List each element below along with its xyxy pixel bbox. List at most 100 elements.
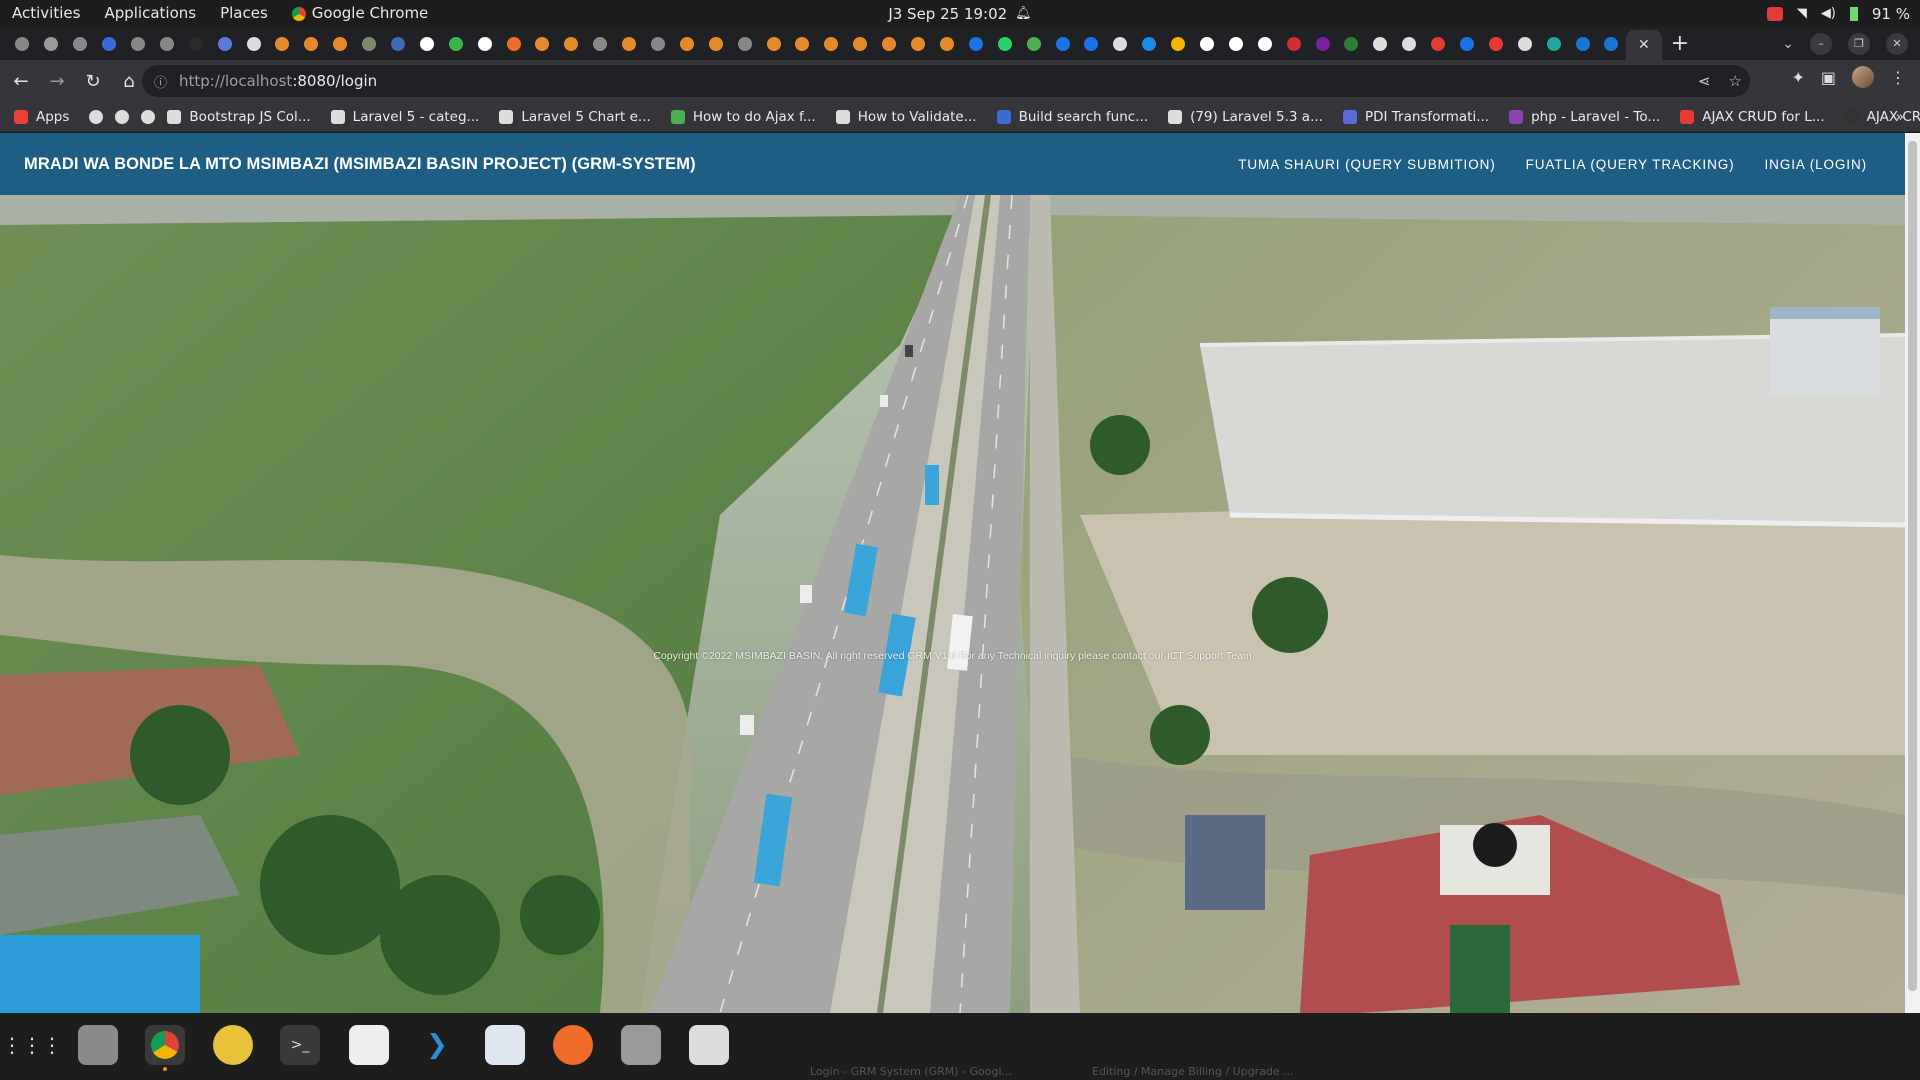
pinned-tab[interactable] bbox=[412, 27, 441, 60]
pinned-tab[interactable] bbox=[672, 27, 701, 60]
pinned-tab[interactable] bbox=[239, 27, 268, 60]
new-tab-button[interactable]: + bbox=[1662, 27, 1698, 60]
pinned-tab[interactable] bbox=[701, 27, 730, 60]
close-window-button[interactable]: ✕ bbox=[1886, 32, 1908, 55]
gimp-icon[interactable] bbox=[349, 1025, 389, 1065]
bookmark-item[interactable]: AJAX CRUD for L... bbox=[1680, 109, 1825, 125]
app-brand[interactable]: MRADI WA BONDE LA MTO MSIMBAZI (MSIMBAZI… bbox=[24, 155, 696, 174]
terminal-icon[interactable]: >_ bbox=[280, 1025, 320, 1065]
pinned-tab[interactable] bbox=[644, 27, 673, 60]
vscode-icon[interactable]: ❯ bbox=[417, 1025, 457, 1065]
pinned-tab[interactable] bbox=[499, 27, 528, 60]
bookmarks-overflow-button[interactable]: » bbox=[1896, 109, 1904, 125]
applications-menu[interactable]: Applications bbox=[92, 0, 208, 27]
bookmark-item[interactable]: (79) Laravel 5.3 a... bbox=[1168, 109, 1323, 125]
pinned-tab[interactable] bbox=[1308, 27, 1337, 60]
pinned-tab[interactable] bbox=[66, 27, 95, 60]
pinned-tab[interactable] bbox=[730, 27, 759, 60]
bookmark-item[interactable]: Bootstrap JS Col... bbox=[167, 109, 311, 125]
menu-kebab-icon[interactable]: ⋮ bbox=[1890, 68, 1906, 87]
pinned-tab[interactable] bbox=[441, 27, 470, 60]
bookmark-star-icon[interactable]: ☆ bbox=[1729, 72, 1742, 90]
pinned-tab[interactable] bbox=[1539, 27, 1568, 60]
pinned-tab[interactable] bbox=[1568, 27, 1597, 60]
pinned-tab[interactable] bbox=[326, 27, 355, 60]
pinned-tab[interactable] bbox=[1510, 27, 1539, 60]
pinned-tab[interactable] bbox=[817, 27, 846, 60]
pinned-tab[interactable] bbox=[557, 27, 586, 60]
pinned-tab[interactable] bbox=[759, 27, 788, 60]
pinned-tab[interactable] bbox=[1597, 27, 1626, 60]
pinned-tab[interactable] bbox=[1164, 27, 1193, 60]
pinned-tab[interactable] bbox=[875, 27, 904, 60]
app-grid-icon[interactable]: ⋮⋮⋮ bbox=[2, 1025, 62, 1065]
window-label-billing[interactable]: Editing / Manage Billing / Upgrade ... bbox=[1092, 1065, 1294, 1080]
forward-button[interactable]: → bbox=[42, 66, 72, 96]
pinned-tab[interactable] bbox=[1077, 27, 1106, 60]
pinned-tab[interactable] bbox=[1048, 27, 1077, 60]
site-info-icon[interactable]: ⓘ bbox=[154, 72, 167, 91]
postman-icon[interactable] bbox=[553, 1025, 593, 1065]
pinned-tab[interactable] bbox=[1424, 27, 1453, 60]
pinned-tab[interactable] bbox=[1481, 27, 1510, 60]
pinned-tab[interactable] bbox=[1395, 27, 1424, 60]
pinned-tab[interactable] bbox=[1279, 27, 1308, 60]
text-editor-icon[interactable] bbox=[485, 1025, 525, 1065]
bookmark-item[interactable]: How to Validate... bbox=[835, 109, 977, 125]
bookmark-item[interactable]: php - Laravel - To... bbox=[1509, 109, 1660, 125]
pinned-tab[interactable] bbox=[181, 27, 210, 60]
activities-button[interactable]: Activities bbox=[0, 0, 92, 27]
window-label-login[interactable]: Login - GRM System (GRM) - Googl... bbox=[810, 1065, 1012, 1080]
nav-query-tracking[interactable]: FUATLIA (QUERY TRACKING) bbox=[1526, 157, 1735, 172]
pinned-tab[interactable] bbox=[1106, 27, 1135, 60]
share-icon[interactable]: ⋖ bbox=[1698, 72, 1711, 90]
trash-icon[interactable] bbox=[689, 1025, 729, 1065]
pinned-tab[interactable] bbox=[1019, 27, 1048, 60]
pinned-tab[interactable] bbox=[1453, 27, 1482, 60]
pinned-tab[interactable] bbox=[152, 27, 181, 60]
close-tab-icon[interactable]: ✕ bbox=[1638, 37, 1650, 53]
pinned-tab[interactable] bbox=[846, 27, 875, 60]
pinned-tab[interactable] bbox=[297, 27, 326, 60]
bookmark-item[interactable]: Laravel 5 - categ... bbox=[330, 109, 479, 125]
pinned-tab[interactable] bbox=[586, 27, 615, 60]
active-tab[interactable]: ✕ bbox=[1625, 30, 1662, 60]
bookmark-item[interactable]: Build search func... bbox=[996, 109, 1148, 125]
files-icon[interactable] bbox=[78, 1025, 118, 1065]
pinned-tab[interactable] bbox=[8, 27, 37, 60]
active-app-menu[interactable]: Google Chrome bbox=[280, 0, 441, 27]
pinned-tab[interactable] bbox=[615, 27, 644, 60]
pinned-tab[interactable] bbox=[210, 27, 239, 60]
system-tray[interactable]: ◥ ◀) 91 % bbox=[1766, 0, 1910, 27]
pinned-tab[interactable] bbox=[1193, 27, 1222, 60]
bookmark-icon-only[interactable] bbox=[115, 109, 130, 124]
places-menu[interactable]: Places bbox=[208, 0, 280, 27]
pinned-tab[interactable] bbox=[788, 27, 817, 60]
nav-login[interactable]: INGIA (LOGIN) bbox=[1765, 157, 1867, 172]
music-player-icon[interactable] bbox=[213, 1025, 253, 1065]
back-button[interactable]: ← bbox=[6, 66, 36, 96]
pinned-tab[interactable] bbox=[933, 27, 962, 60]
calculator-icon[interactable] bbox=[621, 1025, 661, 1065]
clock[interactable]: J3 Sep 25 19:02 🔔︎ bbox=[888, 5, 1031, 23]
profile-avatar[interactable] bbox=[1852, 66, 1874, 88]
bookmark-icon-only[interactable] bbox=[141, 109, 156, 124]
home-button[interactable]: ⌂ bbox=[114, 66, 144, 96]
extensions-icon[interactable]: ✦ bbox=[1791, 68, 1804, 87]
bookmark-item[interactable]: PDI Transformati... bbox=[1342, 109, 1489, 125]
pinned-tab[interactable] bbox=[124, 27, 153, 60]
pinned-tab[interactable] bbox=[1337, 27, 1366, 60]
pinned-tab[interactable] bbox=[355, 27, 384, 60]
pinned-tab[interactable] bbox=[384, 27, 413, 60]
bookmark-item[interactable]: How to do Ajax f... bbox=[670, 109, 816, 125]
pinned-tab[interactable] bbox=[904, 27, 933, 60]
page-scrollbar[interactable] bbox=[1905, 133, 1920, 1013]
scrollbar-thumb[interactable] bbox=[1908, 141, 1917, 991]
bookmark-item[interactable]: AJAX CRUD Demo bbox=[1844, 109, 1920, 125]
pinned-tab[interactable] bbox=[990, 27, 1019, 60]
bookmark-apps[interactable]: Apps bbox=[14, 109, 69, 125]
bookmark-icon-only[interactable] bbox=[89, 109, 104, 124]
pinned-tab[interactable] bbox=[1250, 27, 1279, 60]
pinned-tab[interactable] bbox=[95, 27, 124, 60]
tab-search-icon[interactable]: ⌄ bbox=[1782, 36, 1794, 52]
